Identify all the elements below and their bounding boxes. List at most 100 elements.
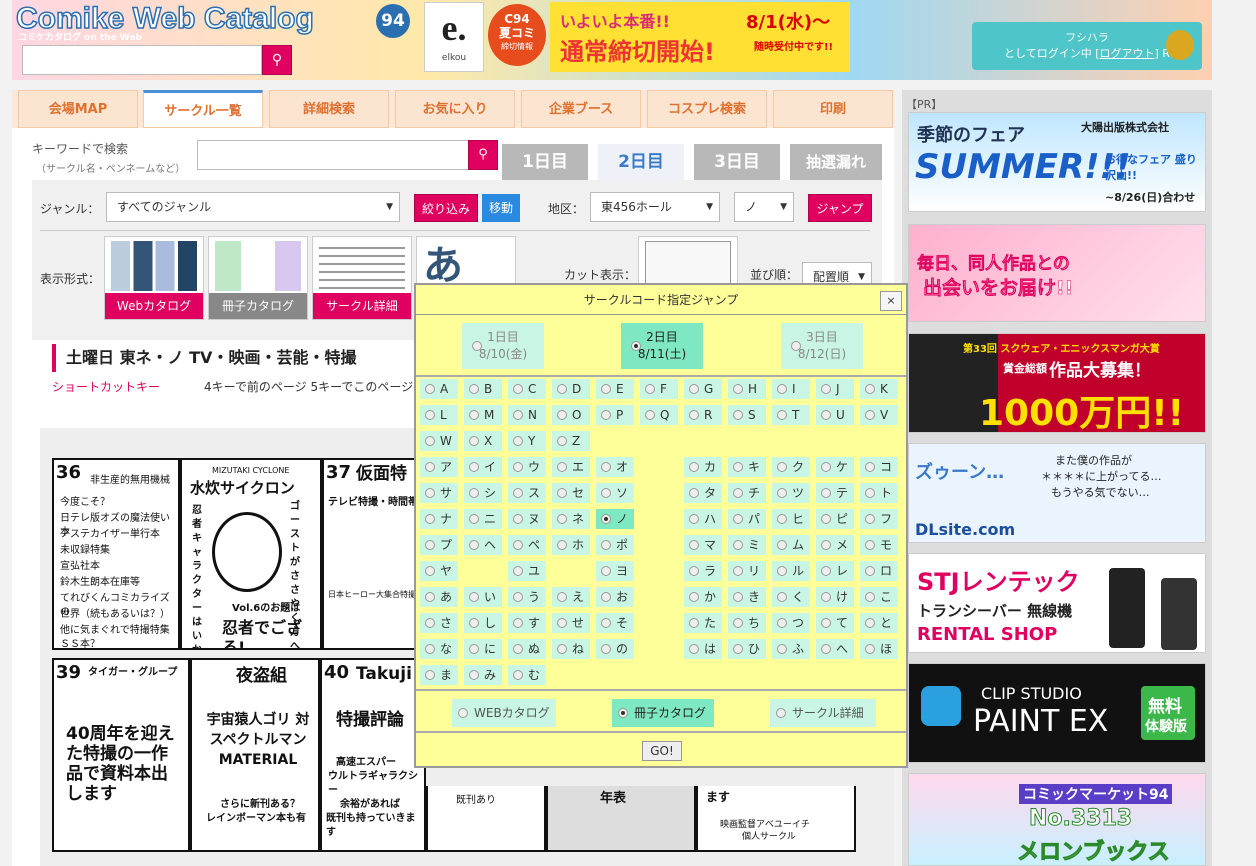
block-code-option[interactable]: I [772,379,810,399]
format-web-catalog[interactable]: Webカタログ [104,236,204,320]
block-code-option[interactable]: Q [640,405,678,425]
block-code-option[interactable]: へ [816,639,854,659]
block-code-option[interactable]: そ [596,613,634,633]
block-code-option[interactable]: D [552,379,590,399]
block-code-option[interactable]: な [420,639,458,659]
block-code-option[interactable]: K [860,379,898,399]
jump-format-circle-detail[interactable]: サークル詳細 [770,699,876,727]
block-code-option[interactable]: う [508,587,546,607]
header-search-button[interactable]: ⚲ [262,45,292,75]
block-code-option[interactable]: メ [816,535,854,555]
circle-cut[interactable]: 36 非生産的無用機械 今度こそ？ 日テレ版オズの魔法使い本 アステカイザー単行… [52,458,180,650]
block-code-option[interactable]: ク [772,457,810,477]
block-code-option[interactable]: オ [596,457,634,477]
block-code-option[interactable]: ぬ [508,639,546,659]
block-select[interactable]: ノ ▼ [734,192,794,222]
block-code-option[interactable]: イ [464,457,502,477]
block-code-option[interactable]: ソ [596,483,634,503]
block-code-option[interactable]: ニ [464,509,502,529]
block-code-option[interactable]: ヌ [508,509,546,529]
block-code-option[interactable]: S [728,405,766,425]
ad-doujin-daily[interactable]: 毎日、同人作品との 出会いをお届け!! [908,224,1206,322]
block-code-option[interactable]: ヨ [596,561,634,581]
format-circle-detail[interactable]: サークル詳細 [312,236,412,320]
block-code-option[interactable]: O [552,405,590,425]
tab-venue-map[interactable]: 会場MAP [18,90,138,128]
block-code-option[interactable]: F [640,379,678,399]
block-code-option[interactable]: コ [860,457,898,477]
dialog-close-button[interactable]: × [880,291,902,311]
block-code-option[interactable]: P [596,405,634,425]
block-code-option[interactable]: プ [420,535,458,555]
block-code-option[interactable]: み [464,665,502,685]
block-code-option[interactable]: ウ [508,457,546,477]
block-code-option[interactable]: L [420,405,458,425]
day-option-3[interactable]: 3日目 8/12(日) [781,323,863,369]
block-code-option[interactable]: せ [552,613,590,633]
jump-button[interactable]: ジャンプ [808,194,872,222]
block-code-option[interactable]: Y [508,431,546,451]
circle-cut[interactable]: MIZUTAKI CYCLONE 水炊サイクロン ゴーストがささやく方へ 忍者キ… [180,458,322,650]
tab-cosplay-search[interactable]: コスプレ検索 [647,90,767,128]
block-code-option[interactable]: チ [728,483,766,503]
day-option-2[interactable]: 2日目 8/11(土) [621,323,703,369]
block-code-option[interactable]: く [772,587,810,607]
logout-link[interactable]: ログアウト [1100,47,1155,60]
block-code-option[interactable]: ネ [552,509,590,529]
ad-square-enix-manga[interactable]: 第33回 スクウェア・エニックスマンガ大賞 賞金総額 作品大募集！ 1000万円… [908,333,1206,433]
circle-cut[interactable]: 既刊あり [426,786,546,852]
day-option-1[interactable]: 1日目 8/10(金) [462,323,544,369]
block-code-option[interactable]: け [816,587,854,607]
block-code-option[interactable]: カ [684,457,722,477]
block-code-option[interactable]: X [464,431,502,451]
block-code-option[interactable]: ポ [596,535,634,555]
block-code-option[interactable]: タ [684,483,722,503]
block-code-option[interactable]: リ [728,561,766,581]
block-code-option[interactable]: た [684,613,722,633]
ad-melonbooks[interactable]: コミックマーケット94 No.3313 メロンブックス [908,773,1206,866]
tab-circle-list[interactable]: サークル一覧 [143,90,263,128]
circle-cut[interactable]: 39 タイガー・グループ 40周年を迎えた特撮の一作品で資料本出します [52,658,190,852]
block-code-option[interactable]: ハ [684,509,722,529]
block-code-option[interactable]: ピ [816,509,854,529]
jump-format-booklet-catalog[interactable]: 冊子カタログ [612,699,714,727]
block-code-option[interactable]: V [860,405,898,425]
block-code-option[interactable]: シ [464,483,502,503]
block-code-option[interactable]: ち [728,613,766,633]
block-code-option[interactable]: サ [420,483,458,503]
block-code-option[interactable]: え [552,587,590,607]
block-code-option[interactable]: む [508,665,546,685]
block-code-option[interactable]: E [596,379,634,399]
block-code-option[interactable]: W [420,431,458,451]
tab-advanced-search[interactable]: 詳細検索 [269,90,389,128]
block-code-option[interactable]: の [596,639,634,659]
block-code-option[interactable]: ス [508,483,546,503]
block-code-option[interactable]: G [684,379,722,399]
block-code-option[interactable]: ペ [508,535,546,555]
block-code-option[interactable]: T [772,405,810,425]
block-code-option[interactable]: U [816,405,854,425]
circle-cut[interactable]: 40 Takuji 特撮評論 高速エスパー ウルトラギャラクシー 余裕があれば … [320,658,426,852]
block-code-option[interactable]: H [728,379,766,399]
block-code-option[interactable]: ロ [860,561,898,581]
block-code-option[interactable]: ヤ [420,561,458,581]
block-code-option[interactable]: お [596,587,634,607]
block-code-option[interactable]: ひ [728,639,766,659]
block-code-option[interactable]: ア [420,457,458,477]
ad-dlsite[interactable]: ズゥーン… また僕の作品が ＊＊＊＊に上がってる… もうやる気でない… DLsi… [908,443,1206,543]
block-code-option[interactable]: ツ [772,483,810,503]
block-code-option[interactable]: C [508,379,546,399]
shortcut-key-link[interactable]: ショートカットキー [52,378,160,395]
go-button[interactable]: GO! [642,741,682,761]
block-code-option[interactable]: ま [420,665,458,685]
block-code-option[interactable]: す [508,613,546,633]
ad-stj-rentec[interactable]: STJレンテック トランシーバー 無線機 RENTAL SHOP [908,553,1206,653]
block-code-option[interactable]: N [508,405,546,425]
day-2-tab[interactable]: 2日目 [598,144,684,180]
block-code-option[interactable]: レ [816,561,854,581]
block-code-option[interactable]: こ [860,587,898,607]
day-1-tab[interactable]: 1日目 [502,144,588,180]
block-code-option[interactable]: か [684,587,722,607]
block-code-option[interactable]: ミ [728,535,766,555]
elkou-logo[interactable]: e. elkou [424,2,484,72]
